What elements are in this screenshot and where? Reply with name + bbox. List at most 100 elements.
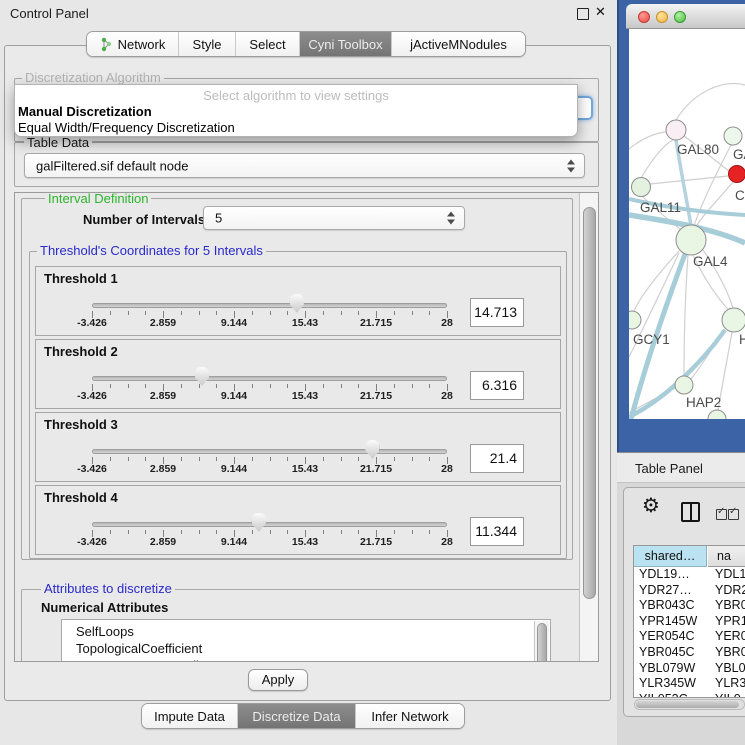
column-header-shared-name[interactable]: shared…: [634, 546, 707, 567]
table-row[interactable]: YLR345WYLR3: [634, 676, 745, 692]
network-node-label: C: [735, 188, 745, 203]
table-row[interactable]: YPR145WYPR1: [634, 614, 745, 630]
slider-tick: [270, 311, 271, 315]
checkbox-icon[interactable]: [728, 509, 739, 520]
threshold-value-field[interactable]: 11.344: [470, 517, 524, 546]
settings-scrollbar-track[interactable]: [579, 193, 599, 661]
network-edge[interactable]: [676, 83, 745, 120]
network-node[interactable]: [708, 410, 726, 419]
threshold-slider-track[interactable]: [92, 376, 447, 381]
slider-tick-label: 15.43: [275, 390, 335, 402]
network-node[interactable]: [676, 225, 706, 255]
network-edge[interactable]: [634, 251, 679, 311]
network-edge[interactable]: [641, 139, 675, 178]
number-of-intervals-combobox[interactable]: 5: [203, 206, 465, 230]
network-edge[interactable]: [650, 176, 728, 184]
table-row[interactable]: YBR043CYBR0: [634, 598, 745, 614]
table-cell-shared-name: YIL052C: [639, 692, 705, 698]
threshold-stack: Threshold 1-3.4262.8599.14415.4321.71528…: [29, 251, 567, 559]
threshold-value-field[interactable]: 21.4: [470, 444, 524, 473]
table-row[interactable]: YIL052CYIL0: [634, 692, 745, 698]
table-row[interactable]: YBL079WYBL0: [634, 661, 745, 677]
numerical-attributes-list[interactable]: SelfLoops TopologicalCoefficient Betweenne…: [61, 619, 551, 662]
slider-tick: [181, 457, 182, 461]
tab-select[interactable]: Select: [236, 32, 300, 56]
close-icon[interactable]: ✕: [595, 4, 606, 20]
list-scrollbar-thumb[interactable]: [537, 623, 547, 662]
network-node[interactable]: [722, 308, 745, 332]
attribute-list-item[interactable]: BetweennessCentrality: [76, 658, 209, 662]
network-node[interactable]: [632, 178, 651, 197]
network-edge[interactable]: [684, 255, 688, 376]
threshold-slider-track[interactable]: [92, 449, 447, 454]
slider-tick: [358, 530, 359, 534]
settings-scrollbar-thumb[interactable]: [583, 207, 596, 599]
table-row[interactable]: YDR27…YDR2: [634, 583, 745, 599]
table-hscrollbar-track[interactable]: [634, 699, 745, 710]
dropdown-item-equal-width-frequency[interactable]: Equal Width/Frequency Discretization: [18, 120, 235, 135]
threshold-panel-2: Threshold 2-3.4262.8599.14415.4321.71528…: [35, 339, 561, 409]
tab-impute-data[interactable]: Impute Data: [142, 704, 238, 728]
tab-style[interactable]: Style: [179, 32, 236, 56]
tab-network[interactable]: Network: [87, 32, 179, 56]
gear-icon[interactable]: ⚙: [642, 496, 660, 516]
slider-tick-label: 21.715: [346, 463, 406, 475]
slider-tick: [412, 384, 413, 388]
table-data-combobox[interactable]: galFiltered.sif default node: [24, 153, 585, 178]
table-row[interactable]: YBR045CYBR0: [634, 645, 745, 661]
network-node[interactable]: [729, 166, 745, 183]
split-view-icon[interactable]: [681, 502, 700, 522]
table-row[interactable]: YER054CYER0: [634, 629, 745, 645]
network-node[interactable]: [629, 311, 641, 329]
tab-discretize-data[interactable]: Discretize Data: [238, 704, 356, 728]
tab-jactivemnodules[interactable]: jActiveMNodules: [392, 32, 525, 56]
apply-button[interactable]: Apply: [248, 669, 308, 691]
threshold-slider-thumb[interactable]: [290, 294, 304, 313]
threshold-slider-thumb[interactable]: [252, 513, 266, 532]
network-window-titlebar[interactable]: [626, 4, 745, 29]
attribute-list-item[interactable]: SelfLoops: [76, 624, 134, 639]
slider-tick: [216, 530, 217, 534]
slider-tick: [128, 530, 129, 534]
threshold-slider-track[interactable]: [92, 303, 447, 308]
slider-tick: [341, 384, 342, 388]
threshold-value-field[interactable]: 6.316: [470, 371, 524, 400]
slider-tick: [394, 530, 395, 534]
tab-cyni-toolbox[interactable]: Cyni Toolbox: [300, 32, 392, 56]
table-cell-name: YBL0: [715, 661, 745, 675]
attribute-list-item[interactable]: TopologicalCoefficient: [76, 641, 202, 656]
table-data-group-title: Table Data: [24, 136, 92, 149]
slider-tick: [110, 311, 111, 315]
slider-tick-label: -3.426: [62, 317, 122, 329]
tab-label: Network: [118, 37, 166, 52]
network-node-label: GAL11: [640, 200, 681, 215]
minimize-traffic-light[interactable]: [656, 11, 668, 23]
threshold-slider-thumb[interactable]: [365, 440, 379, 459]
dropdown-item-manual-discretization[interactable]: Manual Discretization: [18, 104, 152, 119]
threshold-slider-thumb[interactable]: [195, 367, 209, 386]
network-edge[interactable]: [696, 182, 733, 227]
slider-tick-label: 15.43: [275, 463, 335, 475]
zoom-traffic-light[interactable]: [674, 11, 686, 23]
table-row[interactable]: YDL19…YDL1: [634, 567, 745, 583]
threshold-panel-3: Threshold 3-3.4262.8599.14415.4321.71528…: [35, 412, 561, 482]
tab-infer-network[interactable]: Infer Network: [356, 704, 464, 728]
close-traffic-light[interactable]: [638, 11, 650, 23]
table-hscrollbar-thumb[interactable]: [636, 701, 739, 708]
network-node-label: GA: [733, 147, 745, 162]
slider-tick: [412, 457, 413, 461]
list-scrollbar-track[interactable]: [534, 621, 549, 662]
network-graph: GAL80GACGAL11GAL4GCY1HHAP2: [629, 29, 745, 419]
float-window-icon[interactable]: [577, 8, 589, 20]
column-header-name[interactable]: na: [708, 546, 745, 567]
slider-tick-label: -3.426: [62, 463, 122, 475]
network-node[interactable]: [724, 127, 742, 145]
threshold-value-field[interactable]: 14.713: [470, 298, 524, 327]
network-node[interactable]: [675, 376, 693, 394]
slider-tick-label: 9.144: [204, 390, 264, 402]
threshold-slider-track[interactable]: [92, 522, 447, 527]
slider-tick-label: 28: [417, 317, 477, 329]
checkbox-icon[interactable]: [716, 509, 727, 520]
network-node[interactable]: [666, 120, 686, 140]
network-view-canvas[interactable]: GAL80GACGAL11GAL4GCY1HHAP2: [629, 29, 745, 419]
